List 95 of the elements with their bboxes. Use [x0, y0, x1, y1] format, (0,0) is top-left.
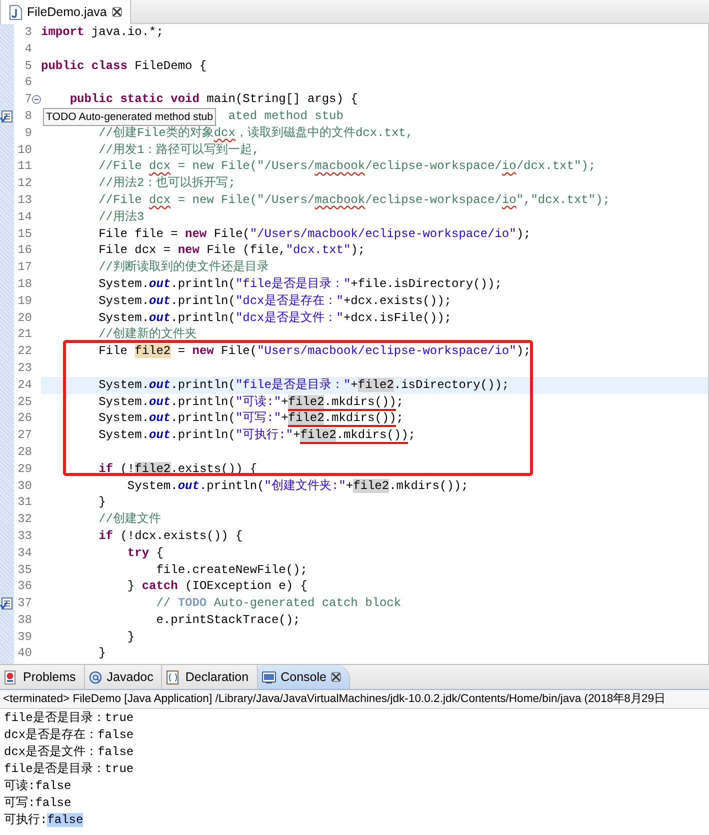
- line-number: 18: [16, 276, 33, 293]
- code-line: e.printStackTrace();: [156, 612, 300, 629]
- console-icon: [262, 670, 276, 684]
- line-number: 27: [16, 427, 33, 444]
- code-line: public class FileDemo {: [41, 58, 207, 74]
- panel-tab[interactable]: Declaration: [162, 665, 258, 689]
- code-line: public static void main(String[] args) {: [70, 91, 358, 108]
- code-line: file.createNewFile();: [156, 562, 308, 578]
- console-line: 可执行:false: [4, 812, 84, 829]
- code-line: //用法2：也可以拆开写;: [98, 175, 236, 192]
- line-number: 5: [24, 58, 33, 74]
- code-line: }: [98, 494, 106, 512]
- line-number: 6: [24, 74, 33, 92]
- line-number: 7: [14, 91, 41, 108]
- line-number: 24: [16, 376, 33, 394]
- line-number: 9: [24, 124, 33, 142]
- code-line: System.out.println("可读:"+file2.mkdirs());: [98, 394, 404, 410]
- code-line: //用发1：路径可以写到一起,: [98, 142, 260, 158]
- code-line: //创建文件: [98, 511, 162, 528]
- line-number: 32: [16, 511, 33, 528]
- panel-tab[interactable]: Javadoc: [84, 665, 162, 689]
- code-line: //用法3: [98, 208, 144, 226]
- line-number: 3: [24, 24, 33, 41]
- code-line: File dcx = new File (file,"dcx.txt");: [98, 242, 366, 260]
- code-line: try {: [127, 544, 164, 562]
- code-line: File file = new File("/Users/macbook/eclipse-workspace/io");: [98, 226, 531, 242]
- line-number: 35: [16, 562, 33, 578]
- line-number: 25: [16, 394, 33, 410]
- panel-tab[interactable]: Console: [258, 665, 350, 689]
- line-number: 11: [16, 158, 33, 176]
- code-line: } catch (IOException e) {: [127, 578, 308, 596]
- code-line: System.out.println("可执行:"+file2.mkdirs());: [98, 427, 416, 444]
- line-number: 33: [16, 528, 33, 545]
- line-number: 22: [16, 343, 33, 360]
- console-line: file是否是目录：true: [4, 761, 135, 778]
- tooltip: TODO Auto-generated method stub: [43, 108, 216, 126]
- task-icon[interactable]: [0, 596, 13, 610]
- console-header: <terminated> FileDemo [Java Application] /Library/Java/JavaVirtualMachines/jdk-10.0.2.jdk/Contents/Home/bin/java (2018年8月29日: [0, 690, 709, 709]
- code-line: ated method stub: [228, 108, 344, 125]
- javadoc-icon: [88, 670, 102, 684]
- code-line: //创建新的文件夹: [98, 326, 198, 344]
- line-number: 14: [16, 208, 33, 226]
- console-line: 可读:false: [4, 778, 72, 795]
- code-line: //File dcx = new File("/Users/macbook/eclipse-workspace/io/dcx.txt");: [98, 158, 596, 176]
- line-number: 31: [16, 494, 33, 512]
- code-line: //创建File类的对象dcx，读取到磁盘中的文件dcx.txt,: [98, 124, 414, 142]
- console-line: dcx是否是存在：false: [4, 727, 135, 744]
- declaration-icon: [166, 670, 180, 684]
- task-icon[interactable]: [0, 110, 13, 123]
- line-number: 36: [16, 578, 33, 596]
- console-line: 可写:false: [4, 795, 72, 812]
- code-line: import java.io.*;: [41, 24, 164, 41]
- code-line: File file2 = new File("Users/macbook/eclipse-workspace/io");: [98, 343, 531, 360]
- line-number: 15: [16, 226, 33, 242]
- code-line: System.out.println("可写:"+file2.mkdirs());: [98, 410, 404, 428]
- line-number: 28: [16, 444, 33, 461]
- line-number: 17: [16, 259, 33, 276]
- code-line: //File dcx = new File("/Users/macbook/eclipse-workspace/io","dcx.txt");: [98, 192, 610, 209]
- close-icon[interactable]: [331, 672, 342, 682]
- line-number: 29: [16, 460, 33, 478]
- problems-icon: [4, 670, 18, 684]
- code-line: System.out.println("dcx是否是文件："+dcx.isFile());: [98, 310, 452, 326]
- line-number: 40: [16, 645, 33, 662]
- line-number: 23: [16, 360, 33, 377]
- code-line: System.out.println("file是否是目录："+file.isDirectory());: [98, 276, 502, 293]
- line-number: 13: [16, 192, 33, 209]
- line-number: 38: [16, 612, 33, 629]
- code-line: System.out.println("创建文件夹:"+file2.mkdirs());: [127, 478, 468, 494]
- code-line: }: [127, 628, 135, 646]
- line-number: 10: [16, 142, 33, 158]
- line-number: 4: [24, 40, 33, 58]
- java-file-icon: [9, 4, 22, 20]
- editor-tab[interactable]: FileDemo.java: [0, 0, 131, 24]
- line-number: 16: [16, 242, 33, 260]
- code-line: System.out.println("file是否是目录："+file2.isDirectory());: [98, 376, 510, 394]
- code-line: }: [98, 645, 106, 662]
- code-line: if (!dcx.exists()) {: [98, 528, 243, 545]
- line-number: 21: [16, 326, 33, 344]
- line-number: 20: [16, 310, 33, 326]
- code-line: System.out.println("dcx是否是存在："+dcx.exists());: [98, 292, 452, 310]
- line-number: 26: [16, 410, 33, 428]
- line-number: 8: [24, 108, 33, 125]
- console-line: file是否是目录：true: [4, 710, 135, 727]
- line-number: 12: [16, 175, 33, 192]
- fold-icon[interactable]: [32, 95, 41, 104]
- close-icon[interactable]: [112, 7, 122, 17]
- line-number: 30: [16, 478, 33, 494]
- line-number: 37: [16, 595, 33, 612]
- line-number: 39: [16, 628, 33, 646]
- line-number: 34: [16, 544, 33, 562]
- panel-tab[interactable]: Problems: [0, 665, 85, 689]
- console-line: dcx是否是文件：false: [4, 744, 135, 761]
- code-line: // TODO Auto-generated catch block: [156, 595, 402, 612]
- line-number: 19: [16, 292, 33, 310]
- code-line: //判断读取到的使文件还是目录: [98, 259, 270, 276]
